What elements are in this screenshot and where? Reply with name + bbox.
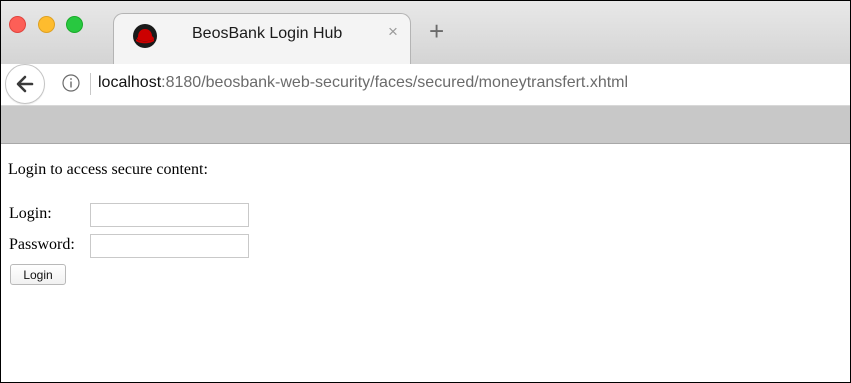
url-separator: [90, 73, 91, 95]
window-close-button[interactable]: [9, 16, 26, 33]
new-tab-button[interactable]: +: [429, 18, 444, 44]
active-tab[interactable]: BeosBank Login Hub ×: [113, 13, 411, 65]
login-button[interactable]: Login: [10, 264, 66, 285]
toolbar-strip: [1, 106, 850, 144]
window-minimize-button[interactable]: [38, 16, 55, 33]
password-input[interactable]: [90, 234, 249, 258]
tab-close-icon[interactable]: ×: [388, 23, 398, 40]
tab-title: BeosBank Login Hub: [192, 25, 343, 42]
tab-strip: BeosBank Login Hub × +: [1, 1, 850, 65]
page-heading: Login to access secure content:: [8, 161, 208, 178]
url-host: localhost: [98, 74, 162, 91]
login-input[interactable]: [90, 203, 249, 227]
login-label: Login:: [9, 205, 52, 222]
url-path: :8180/beosbank-web-security/faces/secure…: [161, 74, 629, 91]
url-field[interactable]: localhost:8180/beosbank-web-security/fac…: [98, 74, 628, 92]
back-arrow-icon: [16, 75, 34, 93]
back-button[interactable]: [5, 64, 45, 104]
password-label: Password:: [9, 236, 75, 253]
site-info-icon[interactable]: [62, 74, 80, 92]
navigation-bar: localhost:8180/beosbank-web-security/fac…: [1, 64, 850, 106]
redhat-icon: [132, 23, 158, 49]
window-zoom-button[interactable]: [66, 16, 83, 33]
browser-window: BeosBank Login Hub × + localhost:8180/be…: [0, 0, 851, 383]
page-content: Login to access secure content: Login: P…: [1, 144, 850, 382]
